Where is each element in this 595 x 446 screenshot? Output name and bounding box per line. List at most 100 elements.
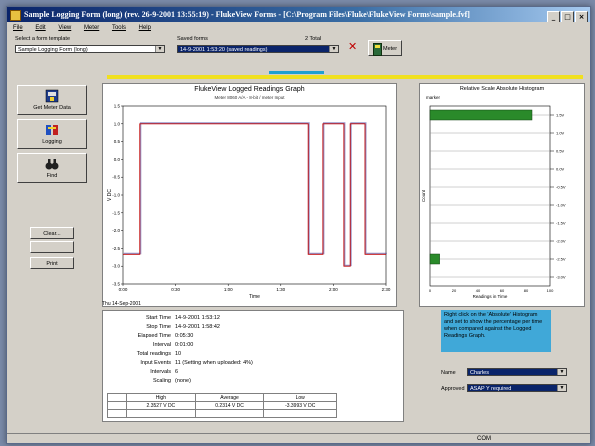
y-tick-label: 1.5 — [114, 104, 121, 109]
menu-tools[interactable]: Tools — [112, 25, 126, 31]
selection-row: Select a form template Sample Logging Fo… — [15, 34, 585, 74]
template-value: Sample Logging Form (long) — [18, 47, 88, 53]
histogram-panel: Relative Scale Absolute Histogram marker… — [419, 83, 585, 307]
chevron-down-icon[interactable]: ▼ — [557, 369, 566, 375]
blank-button[interactable] — [30, 241, 74, 253]
histogram-right-label: -0.5V — [556, 185, 566, 190]
title-bar: Sample Logging Form (long) (rev. 26-9-20… — [7, 7, 590, 22]
window-controls: _ □ × — [546, 9, 588, 22]
y-tick-label: 1.0 — [114, 121, 121, 126]
menu-view[interactable]: View — [58, 25, 71, 31]
info-row: Total readings 10 — [136, 351, 182, 357]
stats-high: 2.3527 V DC — [126, 401, 196, 410]
delete-form-icon[interactable]: ✕ — [348, 40, 357, 53]
name-field[interactable]: Charles ▼ — [467, 368, 567, 376]
approved-field-label: Approved — [441, 386, 465, 392]
y-tick-label: -1.0 — [112, 193, 120, 198]
menu-file[interactable]: File — [13, 25, 23, 31]
x-tick-label: 0:30 — [171, 287, 180, 292]
info-row: Intervals 6 — [150, 369, 179, 375]
name-field-label: Name — [441, 370, 456, 376]
x-tick-label: 1:00 — [224, 287, 233, 292]
y-tick-label: -3.5 — [112, 282, 120, 287]
menu-help[interactable]: Help — [139, 25, 151, 31]
app-icon — [10, 10, 21, 21]
histogram-right-label: -3.0V — [556, 275, 566, 280]
graph-date-label: Thu 14-Sep-2001 — [102, 301, 141, 307]
y-tick-label: -0.5 — [112, 175, 120, 180]
logging-icon — [46, 125, 58, 135]
get-meter-data-button[interactable]: Get Meter Data — [17, 85, 87, 115]
close-button[interactable]: × — [575, 11, 588, 22]
minimize-button[interactable]: _ — [547, 11, 560, 22]
info-row: Start Time 14-9-2001 1:53:12 — [145, 315, 220, 321]
y-tick-label: 0.0 — [114, 157, 121, 162]
meter-icon — [373, 43, 382, 56]
menu-edit[interactable]: Edit — [35, 25, 45, 31]
help-note: Right click on the 'Absolute' Histogram … — [441, 310, 551, 352]
histogram-bar — [429, 253, 440, 265]
template-select[interactable]: Sample Logging Form (long) ▼ — [15, 45, 165, 53]
stats-header: Low — [263, 393, 337, 402]
window-title: Sample Logging Form (long) (rev. 26-9-20… — [24, 10, 470, 19]
readings-graph-panel: FlukeView Logged Readings Graph Meter 80… — [102, 83, 397, 307]
histogram-right-label: 1.5V — [556, 113, 565, 118]
histogram-x-tick-label: 80 — [524, 288, 529, 293]
find-label: Find — [46, 173, 58, 179]
yellow-separator — [107, 75, 583, 79]
y-tick-label: -2.0 — [112, 228, 120, 233]
logging-label: Logging — [42, 139, 62, 145]
meter-data-icon — [45, 89, 59, 103]
x-tick-label: 2:00 — [329, 287, 338, 292]
approved-field[interactable]: ASAP Y required ▼ — [467, 384, 567, 392]
info-row: Elapsed Time 0:05:30 — [137, 333, 194, 339]
histogram-right-label: -1.0V — [556, 203, 566, 208]
meter-button[interactable]: Meter — [368, 40, 402, 56]
logging-button[interactable]: Logging — [17, 119, 87, 149]
clear-button[interactable]: Clear... — [30, 227, 74, 239]
histogram-right-label: -1.5V — [556, 221, 566, 226]
chevron-down-icon[interactable]: ▼ — [329, 46, 338, 52]
y-tick-label: -3.0 — [112, 264, 120, 269]
absolute-histogram: 1.5V 1.0V 0.5V 0.0V -0.5V -1.0V -1.5V -2.0V -2.5… — [421, 105, 566, 299]
x-tick-label: 1:30 — [276, 287, 285, 292]
binoculars-icon — [45, 159, 59, 170]
info-row: Interval 0:01:00 — [152, 342, 194, 348]
info-row: Scaling (none) — [152, 378, 191, 384]
find-button[interactable]: Find — [17, 153, 87, 183]
stats-low: -3.3993 V DC — [263, 401, 337, 410]
get-meter-data-label: Get Meter Data — [33, 105, 71, 111]
stats-header: High — [126, 393, 196, 402]
status-port: COM — [477, 436, 491, 442]
application-window: Sample Logging Form (long) (rev. 26-9-20… — [6, 6, 591, 444]
print-button[interactable]: Print — [30, 257, 74, 269]
saved-forms-select[interactable]: 14-9-2001 1:53:20 (saved readings) ▼ — [177, 45, 339, 53]
histogram-bar — [429, 109, 533, 121]
plot-area — [122, 105, 387, 285]
stats-average: 0.2314 V DC — [194, 401, 265, 410]
x-axis-label: Time — [249, 294, 260, 300]
meter-button-label: Meter — [383, 46, 398, 52]
histogram-right-label: 1.0V — [556, 131, 565, 136]
status-bar: COM — [7, 433, 590, 443]
histogram-x-label: Readings in Time — [473, 294, 508, 299]
histogram-x-tick-label: 100 — [547, 288, 554, 293]
x-tick-label: 0:00 — [119, 287, 128, 292]
histogram-right-label: 0.0V — [556, 167, 565, 172]
histogram-x-tick-label: 40 — [476, 288, 481, 293]
stats-header: Average — [194, 393, 265, 402]
y-tick-label: 0.5 — [114, 139, 121, 144]
maximize-button[interactable]: □ — [561, 11, 574, 22]
histogram-x-tick-label: 20 — [452, 288, 457, 293]
saved-forms-value: 14-9-2001 1:53:20 (saved readings) — [180, 47, 268, 53]
x-tick-label: 2:30 — [382, 287, 391, 292]
info-row: Stop Time 14-9-2001 1:58:42 — [146, 324, 220, 330]
menu-meter[interactable]: Meter — [84, 25, 99, 31]
chevron-down-icon[interactable]: ▼ — [155, 46, 164, 52]
y-axis-label: V DC — [107, 189, 113, 201]
template-label: Select a form template — [15, 36, 71, 42]
stats-table: High Average Low 2.3527 V DC 0.2314 V DC… — [107, 393, 337, 418]
histogram-y-label: Count — [421, 189, 426, 202]
histogram-right-label: -2.5V — [556, 257, 566, 262]
chevron-down-icon[interactable]: ▼ — [557, 385, 566, 391]
